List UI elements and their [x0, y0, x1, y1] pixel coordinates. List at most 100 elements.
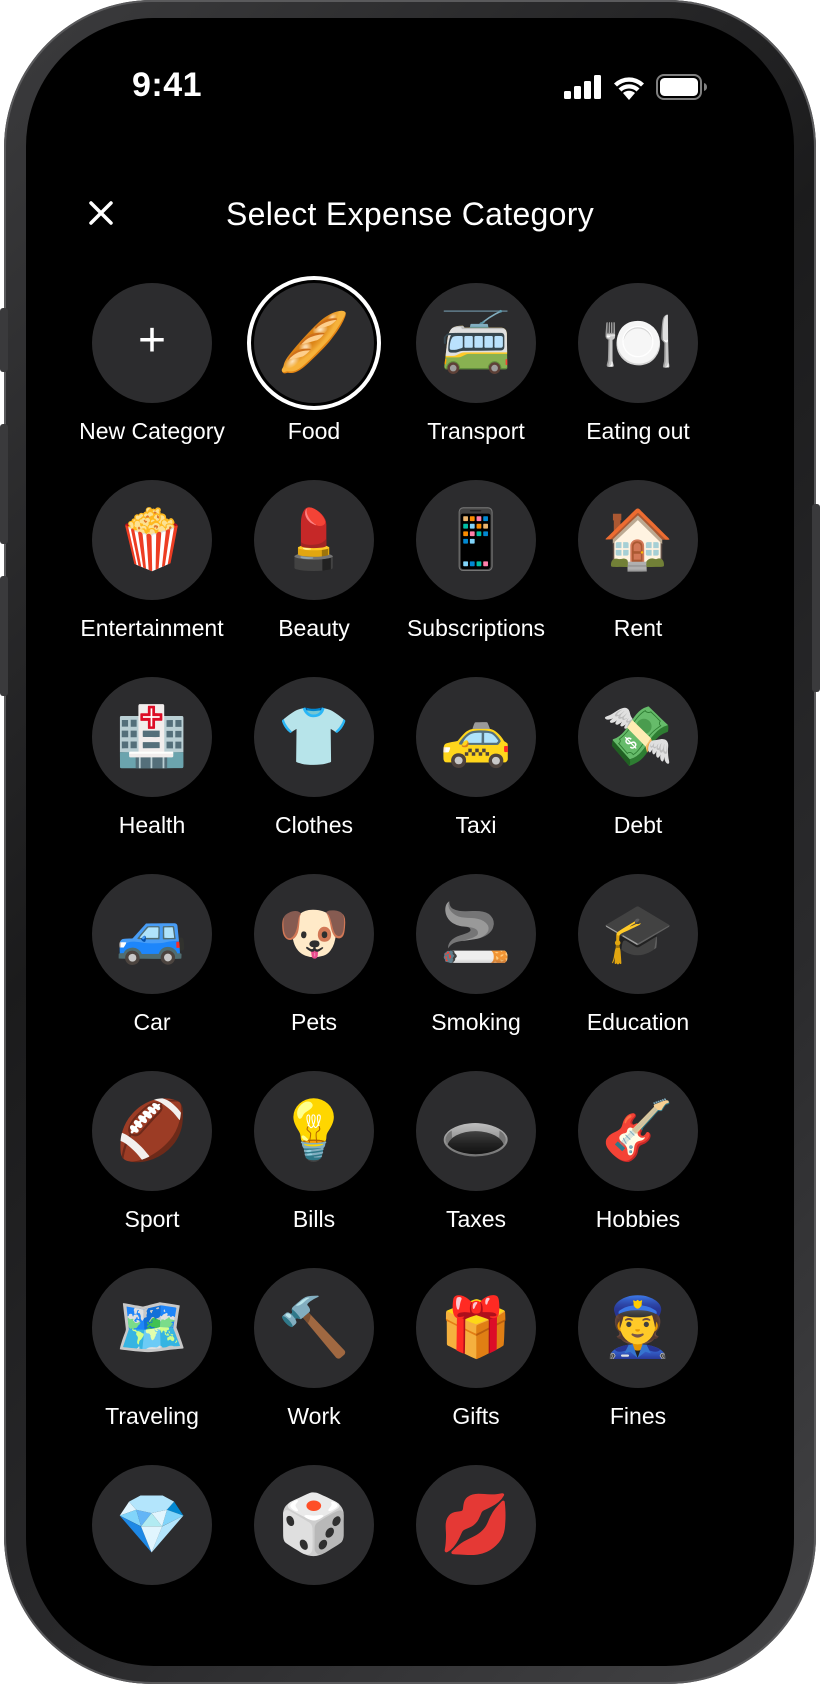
- category-icon-button[interactable]: 👕: [254, 677, 374, 797]
- volume-down-button: [0, 576, 8, 696]
- taxi-icon: 🚕: [439, 704, 513, 769]
- category-icon-button[interactable]: 🚕: [416, 677, 536, 797]
- category-item[interactable]: 🎁 Gifts: [388, 1268, 564, 1448]
- category-item[interactable]: 🎸 Hobbies: [550, 1071, 726, 1251]
- category-icon-button[interactable]: 🏈: [92, 1071, 212, 1191]
- category-item[interactable]: 🚙 Car: [64, 874, 240, 1054]
- category-icon-button[interactable]: 🚬: [416, 874, 536, 994]
- hammer-icon: 🔨: [277, 1295, 351, 1360]
- category-icon-button[interactable]: 🕳️: [416, 1071, 536, 1191]
- category-label: Education: [586, 1009, 690, 1035]
- baguette-icon: 🥖: [277, 310, 351, 375]
- category-icon-button[interactable]: 🏥: [92, 677, 212, 797]
- category-item[interactable]: 🍽️ Eating out: [550, 283, 726, 463]
- category-item[interactable]: 🚕 Taxi: [388, 677, 564, 857]
- category-icon-button[interactable]: +: [92, 283, 212, 403]
- phone-icon: 📱: [439, 507, 513, 572]
- category-item[interactable]: 🏥 Health: [64, 677, 240, 857]
- category-item[interactable]: 💋: [388, 1465, 564, 1645]
- category-item[interactable]: 🎓 Education: [550, 874, 726, 1054]
- category-item[interactable]: 🔨 Work: [226, 1268, 402, 1448]
- category-icon-button[interactable]: 💸: [578, 677, 698, 797]
- category-item[interactable]: 🏈 Sport: [64, 1071, 240, 1251]
- football-icon: 🏈: [115, 1098, 189, 1163]
- map-icon: 🗺️: [115, 1295, 189, 1360]
- phone-frame: 9:41 Select Expense Category + New Categ…: [0, 0, 820, 1684]
- category-item[interactable]: 📱 Subscriptions: [388, 480, 564, 660]
- screen: 9:41 Select Expense Category + New Categ…: [26, 18, 794, 1666]
- plate-cutlery-icon: 🍽️: [601, 310, 675, 375]
- category-label: Fines: [609, 1403, 667, 1429]
- volume-up-button: [0, 424, 8, 544]
- category-label: Debt: [613, 812, 663, 838]
- category-item[interactable]: + New Category: [64, 283, 240, 463]
- money-wings-icon: 💸: [601, 704, 675, 769]
- category-icon-button[interactable]: 🎲: [254, 1465, 374, 1585]
- action-button: [0, 308, 8, 372]
- category-item[interactable]: 🗺️ Traveling: [64, 1268, 240, 1448]
- header: Select Expense Category: [26, 178, 794, 248]
- gift-icon: 🎁: [439, 1295, 513, 1360]
- category-label: Rent: [613, 615, 663, 641]
- power-button: [812, 504, 820, 692]
- house-icon: 🏠: [601, 507, 675, 572]
- category-icon-button[interactable]: 🗺️: [92, 1268, 212, 1388]
- category-icon-button[interactable]: 💄: [254, 480, 374, 600]
- category-icon-button[interactable]: 🎸: [578, 1071, 698, 1191]
- category-item[interactable]: 🐶 Pets: [226, 874, 402, 1054]
- category-icon-button[interactable]: 🚎: [416, 283, 536, 403]
- category-icon-button[interactable]: 📱: [416, 480, 536, 600]
- police-officer-icon: 👮: [601, 1295, 675, 1360]
- category-icon-button[interactable]: 👮: [578, 1268, 698, 1388]
- status-time: 9:41: [132, 66, 203, 104]
- category-icon-button[interactable]: 💡: [254, 1071, 374, 1191]
- graduation-cap-icon: 🎓: [601, 901, 675, 966]
- plus-icon: +: [137, 314, 167, 367]
- car-icon: 🚙: [115, 901, 189, 966]
- category-item[interactable]: 🍿 Entertainment: [64, 480, 240, 660]
- popcorn-icon: 🍿: [115, 507, 189, 572]
- category-icon-button[interactable]: 💋: [416, 1465, 536, 1585]
- hospital-icon: 🏥: [115, 704, 189, 769]
- light-bulb-icon: 💡: [277, 1098, 351, 1163]
- page-title: Select Expense Category: [226, 196, 594, 232]
- category-item[interactable]: 👕 Clothes: [226, 677, 402, 857]
- lipstick-icon: 💄: [277, 507, 351, 572]
- status-bar: 9:41: [26, 18, 794, 118]
- category-item[interactable]: 🚬 Smoking: [388, 874, 564, 1054]
- battery-icon: [656, 74, 707, 100]
- category-item[interactable]: 🚎 Transport: [388, 283, 564, 463]
- category-icon-button[interactable]: 🚙: [92, 874, 212, 994]
- category-item[interactable]: 💸 Debt: [550, 677, 726, 857]
- category-icon-button[interactable]: 🔨: [254, 1268, 374, 1388]
- category-icon-button[interactable]: 🍿: [92, 480, 212, 600]
- wifi-icon: [614, 77, 644, 100]
- category-icon-button[interactable]: 🎓: [578, 874, 698, 994]
- hole-icon: 🕳️: [439, 1098, 513, 1163]
- category-icon-button[interactable]: 🎁: [416, 1268, 536, 1388]
- category-icon-button[interactable]: 💎: [92, 1465, 212, 1585]
- trolleybus-icon: 🚎: [439, 310, 513, 375]
- category-icon-button[interactable]: 🐶: [254, 874, 374, 994]
- dog-icon: 🐶: [277, 901, 351, 966]
- category-icon-button[interactable]: 🍽️: [578, 283, 698, 403]
- gem-icon: 💎: [115, 1492, 189, 1557]
- category-item[interactable]: 💎: [64, 1465, 240, 1645]
- shirt-icon: 👕: [277, 704, 351, 769]
- category-item[interactable]: 👮 Fines: [550, 1268, 726, 1448]
- category-label: Eating out: [586, 418, 690, 444]
- category-item[interactable]: 🏠 Rent: [550, 480, 726, 660]
- category-item[interactable]: 🥖 Food: [226, 283, 402, 463]
- category-item[interactable]: 🎲: [226, 1465, 402, 1645]
- category-label: Hobbies: [595, 1206, 681, 1232]
- cellular-signal-icon: [564, 75, 601, 99]
- status-icons: [564, 74, 708, 100]
- guitar-icon: 🎸: [601, 1098, 675, 1163]
- category-icon-button[interactable]: 🏠: [578, 480, 698, 600]
- category-item[interactable]: 💡 Bills: [226, 1071, 402, 1251]
- cigarette-icon: 🚬: [439, 901, 513, 966]
- category-item[interactable]: 💄 Beauty: [226, 480, 402, 660]
- category-item[interactable]: 🕳️ Taxes: [388, 1071, 564, 1251]
- dice-icon: 🎲: [277, 1492, 351, 1557]
- category-icon-button[interactable]: 🥖: [254, 283, 374, 403]
